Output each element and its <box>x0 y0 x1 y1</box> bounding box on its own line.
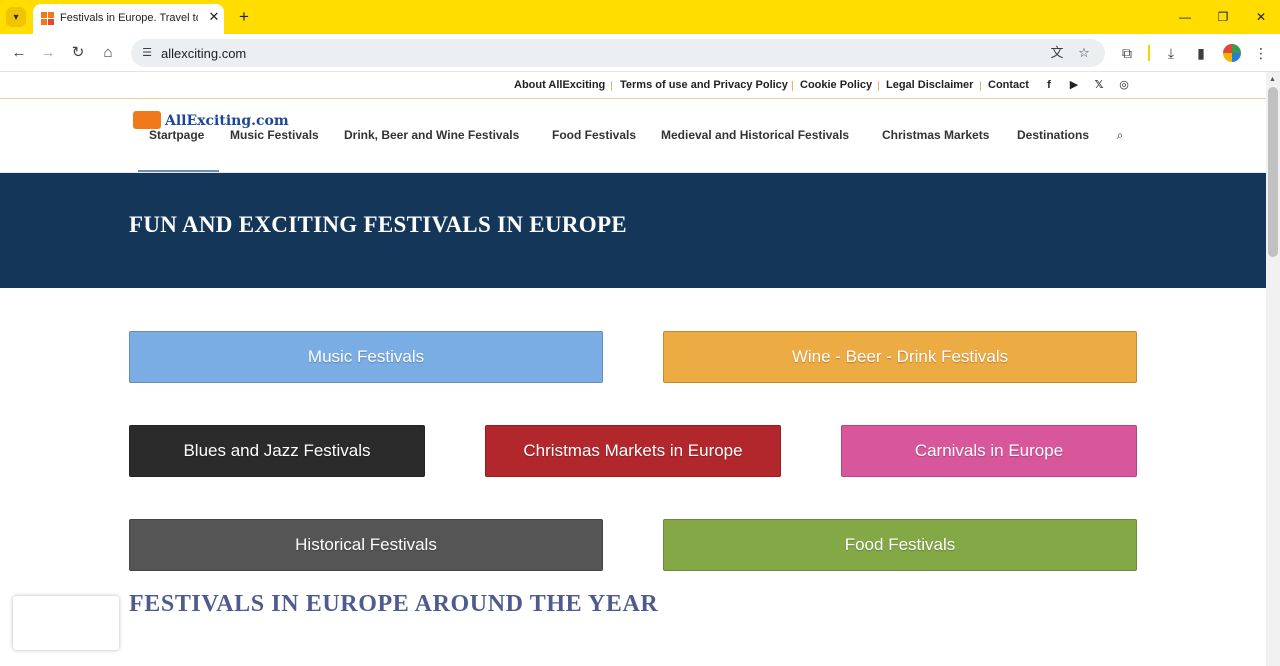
x-icon[interactable]: 𝕏 <box>1092 78 1106 92</box>
nav-destinations[interactable]: Destinations <box>1017 128 1089 142</box>
topbar-divider <box>792 81 793 91</box>
close-window-icon[interactable]: ✕ <box>1251 8 1271 26</box>
topbar-divider <box>878 81 879 91</box>
tab-title: Festivals in Europe. Travel to E <box>60 12 198 24</box>
profile-avatar[interactable] <box>1223 44 1241 62</box>
category-button-food-festivals[interactable]: Food Festivals <box>663 519 1137 571</box>
site-topbar: About AllExciting Terms of use and Priva… <box>0 72 1266 99</box>
topbar-divider <box>980 81 981 91</box>
nav-medieval-historical[interactable]: Medieval and Historical Festivals <box>661 128 849 142</box>
scrollbar-thumb[interactable] <box>1268 87 1278 257</box>
nav-active-indicator <box>138 170 219 172</box>
chevron-down-icon[interactable]: ▾ <box>6 7 26 27</box>
facebook-icon[interactable]: f <box>1042 78 1056 92</box>
favicon-icon <box>41 12 54 25</box>
translate-icon[interactable]: 文 <box>1049 45 1065 61</box>
kebab-menu-icon[interactable]: ⋮ <box>1251 43 1271 63</box>
scroll-up-arrow-icon[interactable]: ▲ <box>1269 76 1276 83</box>
side-panel-icon[interactable]: ▮ <box>1191 43 1211 63</box>
star-icon[interactable]: ☆ <box>1076 45 1092 61</box>
logo-text: AllExciting.com <box>165 113 289 129</box>
topbar-link-contact[interactable]: Contact <box>988 79 1029 91</box>
back-arrow-icon[interactable]: ← <box>8 42 30 64</box>
instagram-icon[interactable]: ◎ <box>1117 78 1131 92</box>
minimize-icon[interactable]: — <box>1175 8 1195 26</box>
close-icon[interactable]: ✕ <box>206 9 222 25</box>
browser-tab[interactable]: Festivals in Europe. Travel to E ✕ <box>33 4 224 34</box>
browser-tab-strip: ▾ Festivals in Europe. Travel to E ✕ + —… <box>0 0 1280 34</box>
browser-toolbar: ← → ↻ ⌂ ☰ allexciting.com 文 ☆ ⧉ ⤓ ▮ ⋮ <box>0 34 1280 72</box>
home-icon[interactable]: ⌂ <box>97 42 119 64</box>
forward-arrow-icon[interactable]: → <box>37 42 59 64</box>
category-button-christmas-markets[interactable]: Christmas Markets in Europe <box>485 425 781 477</box>
puzzle-icon[interactable]: ⧉ <box>1117 43 1137 63</box>
category-button-music-festivals[interactable]: Music Festivals <box>129 331 603 383</box>
site-header: AllExciting.com Startpage Music Festival… <box>0 99 1266 173</box>
restore-icon[interactable]: ❐ <box>1213 8 1233 26</box>
nav-drink-beer-wine[interactable]: Drink, Beer and Wine Festivals <box>344 128 519 142</box>
url-text[interactable]: allexciting.com <box>161 46 246 61</box>
topbar-divider <box>611 81 612 91</box>
tune-icon[interactable]: ☰ <box>139 45 155 61</box>
category-button-carnivals[interactable]: Carnivals in Europe <box>841 425 1137 477</box>
topbar-link-about[interactable]: About AllExciting <box>514 79 605 91</box>
nav-startpage[interactable]: Startpage <box>149 128 204 142</box>
topbar-link-terms[interactable]: Terms of use and Privacy Policy <box>620 79 788 91</box>
plus-icon[interactable]: + <box>234 7 254 27</box>
reload-icon[interactable]: ↻ <box>67 42 89 64</box>
search-icon[interactable]: ⌕ <box>1113 128 1127 142</box>
category-button-historical-festivals[interactable]: Historical Festivals <box>129 519 603 571</box>
nav-food-festivals[interactable]: Food Festivals <box>552 128 636 142</box>
topbar-link-legal[interactable]: Legal Disclaimer <box>886 79 973 91</box>
hero-title: FUN AND EXCITING FESTIVALS IN EUROPE <box>129 212 627 237</box>
hero-banner: FUN AND EXCITING FESTIVALS IN EUROPE <box>0 173 1266 288</box>
address-bar[interactable]: ☰ allexciting.com 文 ☆ <box>131 39 1105 67</box>
category-button-blues-jazz[interactable]: Blues and Jazz Festivals <box>129 425 425 477</box>
logo-mark <box>133 111 161 129</box>
category-button-wine-beer-drink[interactable]: Wine - Beer - Drink Festivals <box>663 331 1137 383</box>
topbar-link-cookie[interactable]: Cookie Policy <box>800 79 872 91</box>
toolbar-divider <box>1148 45 1150 61</box>
recaptcha-badge[interactable] <box>13 596 119 650</box>
nav-music-festivals[interactable]: Music Festivals <box>230 128 319 142</box>
nav-christmas-markets[interactable]: Christmas Markets <box>882 128 989 142</box>
download-icon[interactable]: ⤓ <box>1161 43 1181 63</box>
youtube-icon[interactable]: ▶ <box>1067 78 1081 92</box>
section-title: FESTIVALS IN EUROPE AROUND THE YEAR <box>129 591 659 617</box>
